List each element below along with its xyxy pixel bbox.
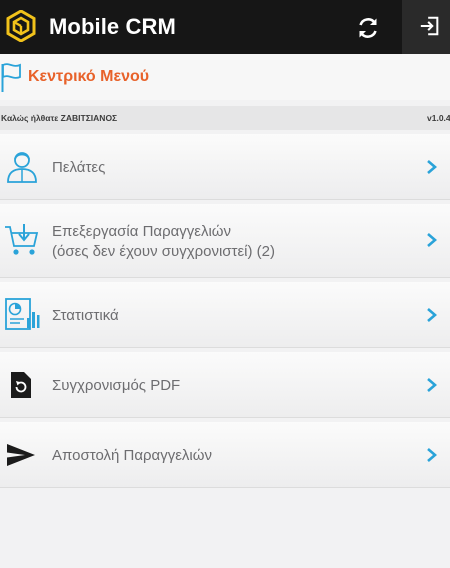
menu-item-pdf-sync[interactable]: Συγχρονισμός PDF: [0, 352, 450, 418]
menu-item-label: Συγχρονισμός PDF: [52, 377, 181, 394]
app-bar: Mobile CRM: [0, 0, 450, 54]
chevron-right-icon: [427, 448, 437, 462]
customer-icon: [7, 152, 37, 183]
menu-item-label: Πελάτες: [52, 159, 106, 176]
menu-item-customers[interactable]: Πελάτες: [0, 134, 450, 200]
cart-download-icon: [5, 224, 39, 255]
menu-item-label: Επεξεργασία Παραγγελιών (όσες δεν έχουν …: [52, 222, 275, 262]
page-title: Κεντρικό Μενού: [28, 68, 150, 85]
logout-icon: [420, 16, 439, 36]
menu-item-label-line1: Επεξεργασία Παραγγελιών: [52, 223, 232, 240]
sync-icon[interactable]: [354, 14, 382, 42]
chevron-right-icon: [427, 233, 437, 247]
menu-item-label-line2: (όσες δεν έχουν συγχρονιστεί) (2): [52, 243, 275, 260]
menu-item-send-orders[interactable]: Αποστολή Παραγγελιών: [0, 422, 450, 488]
welcome-bar: Καλώς ήλθατε ΖΑΒΙΤΣΙΑΝΟΣ v1.0.4: [0, 106, 450, 130]
statistics-icon: [5, 298, 40, 330]
welcome-text: Καλώς ήλθατε ΖΑΒΙΤΣΙΑΝΟΣ: [1, 113, 118, 123]
flag-icon: [1, 63, 21, 92]
chevron-right-icon: [427, 308, 437, 322]
chevron-right-icon: [427, 378, 437, 392]
send-icon: [7, 444, 35, 466]
chevron-right-icon: [427, 160, 437, 174]
version-label: v1.0.4: [427, 113, 450, 123]
app-title: Mobile CRM: [49, 14, 176, 39]
pdf-sync-icon: [11, 372, 31, 398]
menu-header: Κεντρικό Μενού: [0, 54, 450, 100]
menu-item-label: Αποστολή Παραγγελιών: [52, 447, 212, 464]
menu-item-statistics[interactable]: Στατιστικά: [0, 282, 450, 348]
logout-button[interactable]: [402, 0, 450, 54]
menu-item-label: Στατιστικά: [52, 307, 119, 324]
app-logo-icon: [6, 10, 36, 42]
menu-item-order-processing[interactable]: Επεξεργασία Παραγγελιών (όσες δεν έχουν …: [0, 204, 450, 278]
